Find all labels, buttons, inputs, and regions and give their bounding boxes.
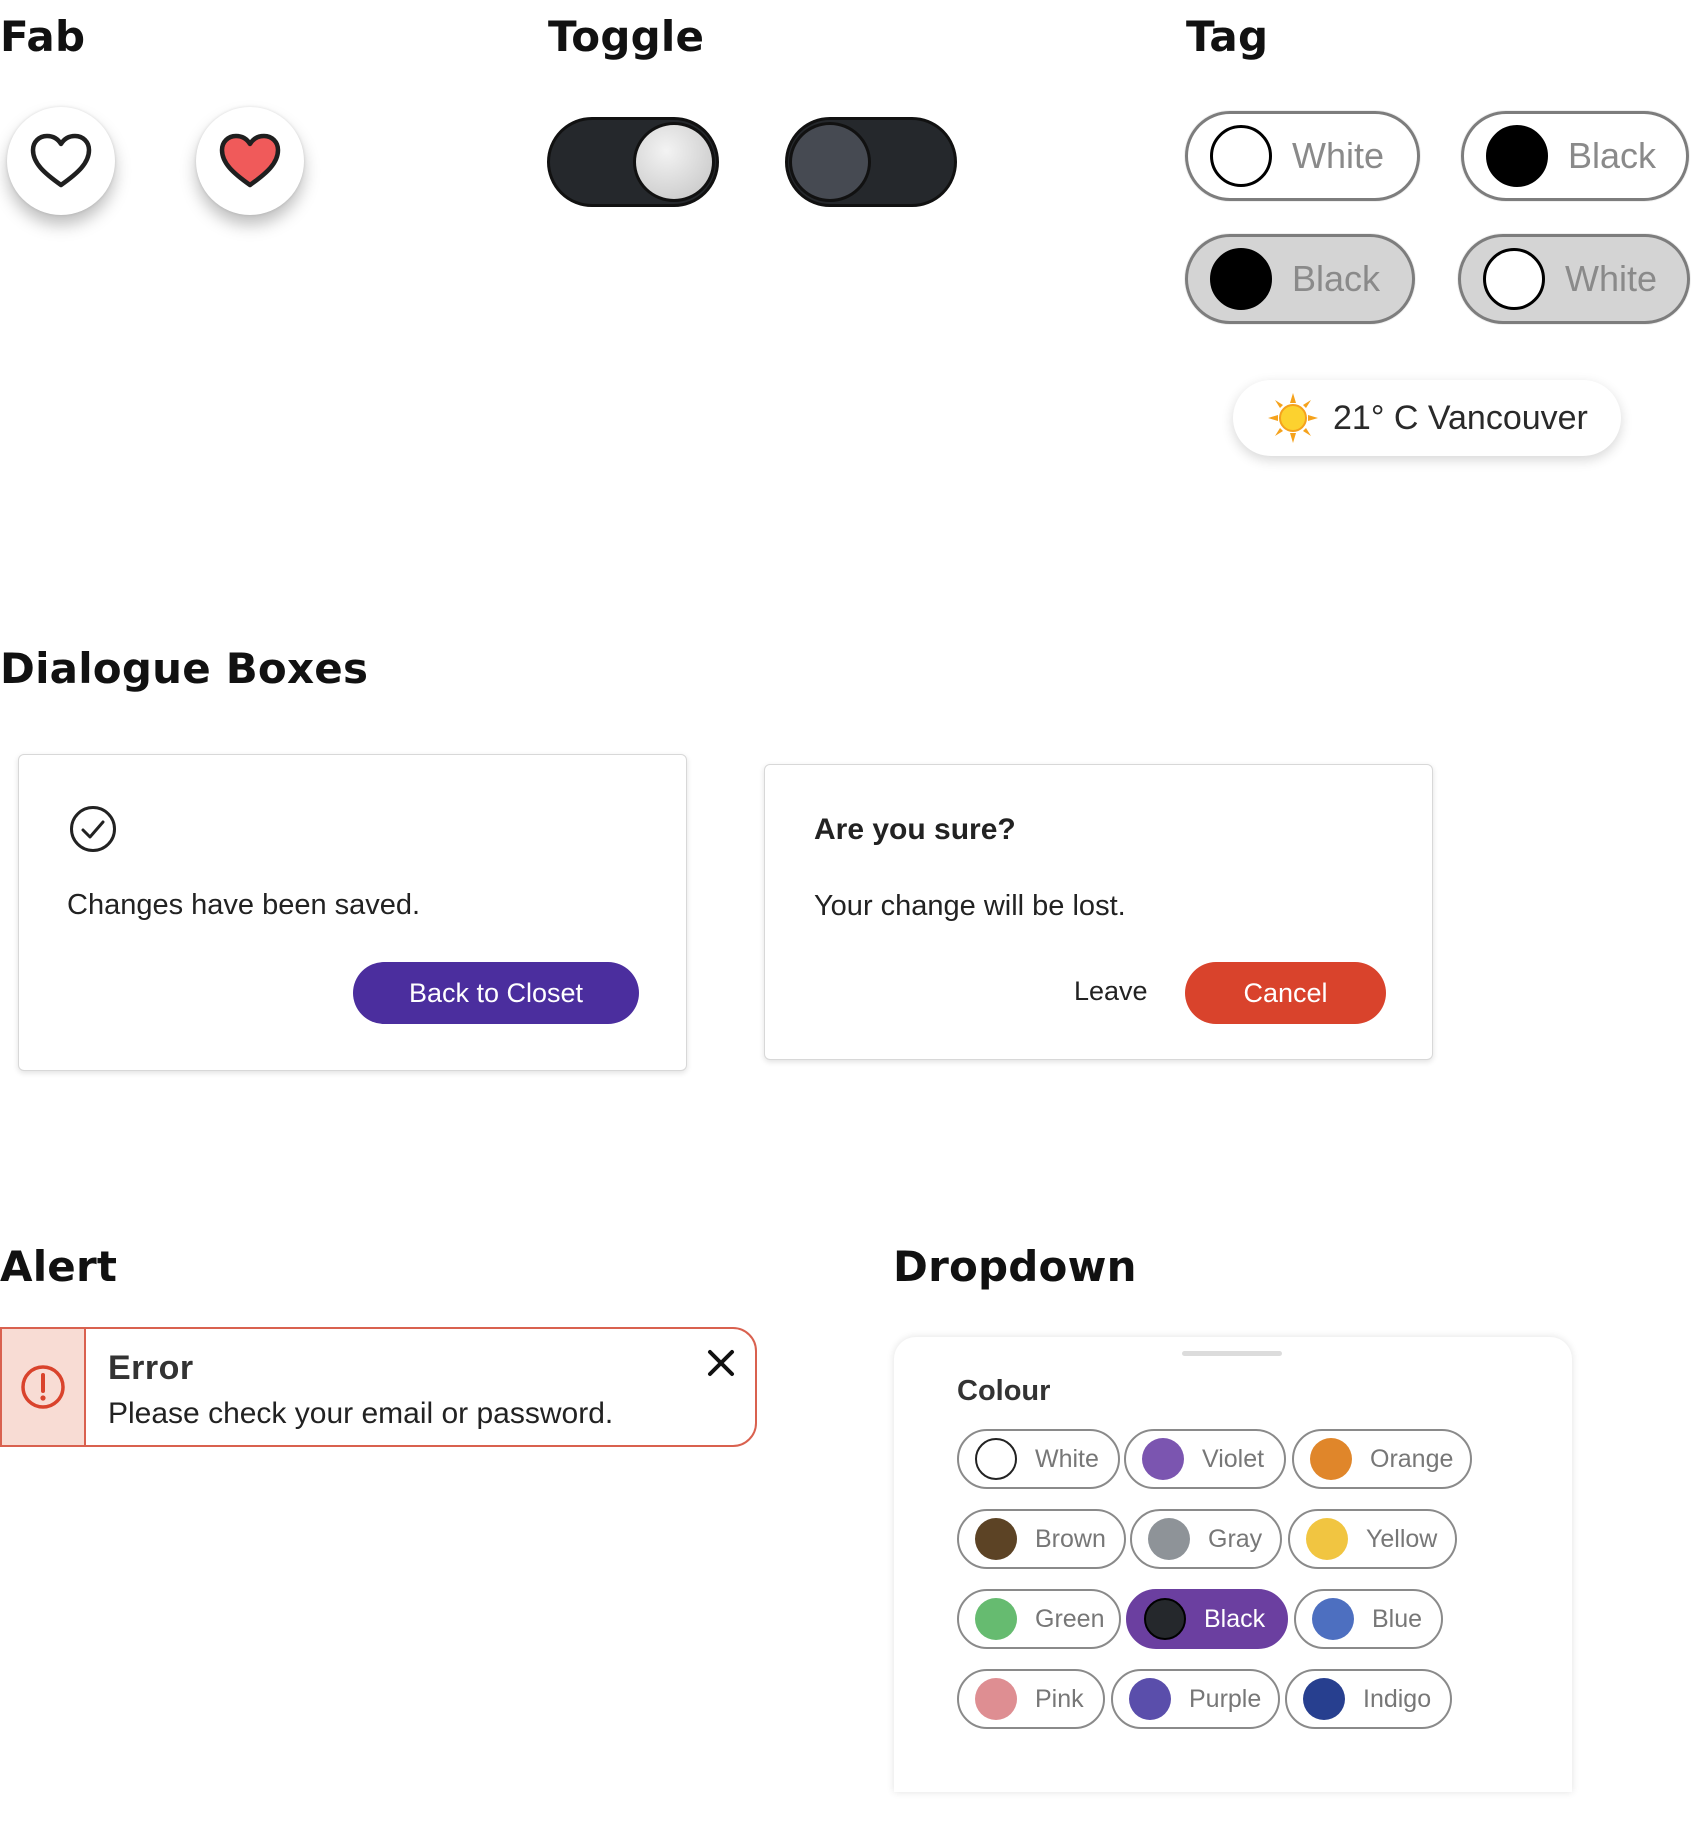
- cancel-button[interactable]: Cancel: [1185, 962, 1386, 1024]
- check-circle-icon: [70, 806, 116, 852]
- colour-chip-white[interactable]: White: [957, 1429, 1120, 1489]
- heart-outline-icon: [30, 133, 92, 188]
- toggle-section-title: Toggle: [548, 12, 705, 61]
- heart-filled-icon: [219, 133, 281, 188]
- alert-title: Error: [108, 1349, 194, 1387]
- color-swatch: [1483, 248, 1545, 310]
- colour-chip-purple[interactable]: Purple: [1111, 1669, 1280, 1729]
- colour-chip-violet[interactable]: Violet: [1124, 1429, 1286, 1489]
- toggle-switch-on[interactable]: [547, 117, 719, 207]
- colour-swatch: [1310, 1438, 1352, 1480]
- tag-white-light[interactable]: White: [1185, 111, 1420, 201]
- saved-dialog: Changes have been saved. Back to Closet: [18, 754, 687, 1071]
- alert-icon-panel: [2, 1329, 86, 1445]
- tag-label: White: [1565, 258, 1658, 299]
- colour-swatch: [1148, 1518, 1190, 1560]
- saved-message: Changes have been saved.: [67, 889, 421, 921]
- colour-chip-yellow[interactable]: Yellow: [1288, 1509, 1457, 1569]
- colour-chip-orange[interactable]: Orange: [1292, 1429, 1472, 1489]
- colour-chip-pink[interactable]: Pink: [957, 1669, 1105, 1729]
- colour-chip-black[interactable]: Black: [1126, 1589, 1288, 1649]
- colour-chip-label: White: [1035, 1444, 1099, 1473]
- tag-label: Black: [1568, 135, 1657, 176]
- toggle-switch-off[interactable]: [785, 117, 957, 207]
- colour-chip-label: Orange: [1370, 1444, 1454, 1473]
- toggle-knob: [633, 122, 715, 202]
- colour-swatch: [1144, 1598, 1186, 1640]
- colour-chip-brown[interactable]: Brown: [957, 1509, 1126, 1569]
- colour-swatch: [1129, 1678, 1171, 1720]
- tag-black-dark[interactable]: Black: [1185, 234, 1415, 324]
- tag-black-light[interactable]: Black: [1461, 111, 1689, 201]
- leave-button[interactable]: Leave: [1074, 976, 1148, 1007]
- favorite-fab-filled[interactable]: [196, 107, 304, 215]
- weather-chip[interactable]: 21° C Vancouver: [1233, 380, 1621, 456]
- colour-swatch: [975, 1518, 1017, 1560]
- back-to-closet-button[interactable]: Back to Closet: [353, 962, 639, 1024]
- colour-chip-gray[interactable]: Gray: [1130, 1509, 1282, 1569]
- color-swatch: [1210, 125, 1272, 187]
- error-alert: Error Please check your email or passwor…: [0, 1327, 757, 1447]
- colour-chip-label: Green: [1035, 1604, 1105, 1633]
- colour-chip-label: Brown: [1035, 1524, 1106, 1553]
- color-swatch: [1210, 248, 1272, 310]
- close-icon[interactable]: [705, 1347, 737, 1379]
- colour-swatch: [975, 1598, 1017, 1640]
- confirm-title: Are you sure?: [814, 813, 1016, 846]
- colour-chip-green[interactable]: Green: [957, 1589, 1121, 1649]
- confirm-message: Your change will be lost.: [814, 890, 1126, 922]
- colour-chip-label: Indigo: [1363, 1684, 1432, 1713]
- favorite-fab-unfilled[interactable]: [7, 107, 115, 215]
- colour-chip-label: Violet: [1202, 1444, 1265, 1473]
- sun-icon: [1268, 393, 1318, 443]
- alert-message: Please check your email or password.: [108, 1397, 614, 1430]
- error-circle-icon: [21, 1365, 65, 1409]
- colour-dropdown-sheet: Colour White Violet Orange Brown Gray Yellow G…: [894, 1337, 1572, 1792]
- tag-section-title: Tag: [1186, 12, 1269, 61]
- colour-chip-label: Gray: [1208, 1524, 1263, 1553]
- colour-chip-label: Purple: [1189, 1684, 1262, 1713]
- colour-chip-label: Black: [1204, 1604, 1266, 1633]
- colour-swatch: [975, 1678, 1017, 1720]
- dropdown-section-title: Dropdown: [893, 1242, 1137, 1291]
- color-swatch: [1486, 125, 1548, 187]
- tag-label: Black: [1292, 258, 1381, 299]
- colour-swatch: [1306, 1518, 1348, 1560]
- colour-swatch: [1303, 1678, 1345, 1720]
- dropdown-title: Colour: [957, 1375, 1051, 1407]
- colour-swatch: [975, 1438, 1017, 1480]
- dialogue-section-title: Dialogue Boxes: [0, 644, 369, 693]
- colour-chip-blue[interactable]: Blue: [1294, 1589, 1443, 1649]
- alert-section-title: Alert: [0, 1242, 118, 1291]
- colour-chip-label: Pink: [1035, 1684, 1084, 1713]
- tag-white-dark[interactable]: White: [1458, 234, 1690, 324]
- colour-chip-label: Yellow: [1366, 1524, 1438, 1553]
- confirm-dialog: Are you sure? Your change will be lost. …: [764, 764, 1433, 1060]
- colour-chip-indigo[interactable]: Indigo: [1285, 1669, 1452, 1729]
- colour-swatch: [1312, 1598, 1354, 1640]
- toggle-knob: [789, 122, 871, 202]
- colour-swatch: [1142, 1438, 1184, 1480]
- weather-label: 21° C Vancouver: [1333, 398, 1588, 437]
- drag-handle[interactable]: [1182, 1351, 1282, 1356]
- tag-label: White: [1292, 135, 1385, 176]
- fab-section-title: Fab: [0, 12, 86, 61]
- colour-chip-label: Blue: [1372, 1604, 1423, 1633]
